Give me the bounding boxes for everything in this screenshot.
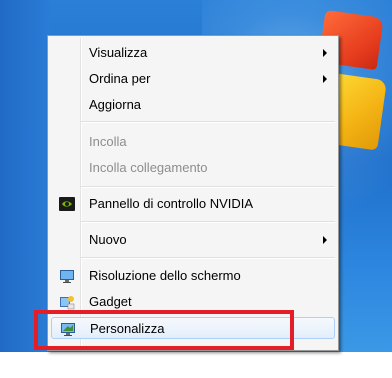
submenu-arrow-icon — [323, 49, 327, 57]
menu-item-label: Nuovo — [89, 232, 127, 247]
menu-item-label: Incolla collegamento — [89, 160, 208, 175]
menu-item-label: Risoluzione dello schermo — [89, 268, 241, 283]
menu-item-aggiorna[interactable]: Aggiorna — [51, 94, 335, 116]
menu-separator — [81, 221, 335, 223]
menu-item-label: Aggiorna — [89, 97, 142, 112]
red-highlight-frame — [34, 310, 294, 350]
submenu-arrow-icon — [323, 236, 327, 244]
menu-item-incolla: Incolla — [51, 131, 335, 153]
menu-item-incolla-collegamento: Incolla collegamento — [51, 157, 335, 179]
monitor-icon — [59, 268, 75, 284]
image-bottom-margin — [0, 352, 392, 378]
menu-item-label: Pannello di controllo NVIDIA — [89, 196, 254, 211]
menu-item-visualizza[interactable]: Visualizza — [51, 42, 335, 64]
menu-item-label: Incolla — [89, 134, 127, 149]
desktop-context-menu: Visualizza Ordina per Aggiorna Incolla I… — [47, 35, 339, 351]
menu-separator — [81, 186, 335, 188]
menu-item-ordina-per[interactable]: Ordina per — [51, 68, 335, 90]
menu-item-nvidia-control-panel[interactable]: Pannello di controllo NVIDIA — [51, 193, 335, 215]
menu-item-nuovo[interactable]: Nuovo — [51, 229, 335, 251]
wallpaper-shade — [0, 0, 50, 352]
submenu-arrow-icon — [323, 75, 327, 83]
menu-item-risoluzione-schermo[interactable]: Risoluzione dello schermo — [51, 265, 335, 287]
menu-separator — [81, 257, 335, 259]
nvidia-icon — [59, 196, 75, 212]
menu-item-label: Gadget — [89, 294, 132, 309]
menu-separator — [81, 121, 335, 123]
menu-item-label: Visualizza — [89, 45, 148, 60]
menu-item-label: Ordina per — [89, 71, 151, 86]
gadget-icon — [59, 294, 75, 310]
